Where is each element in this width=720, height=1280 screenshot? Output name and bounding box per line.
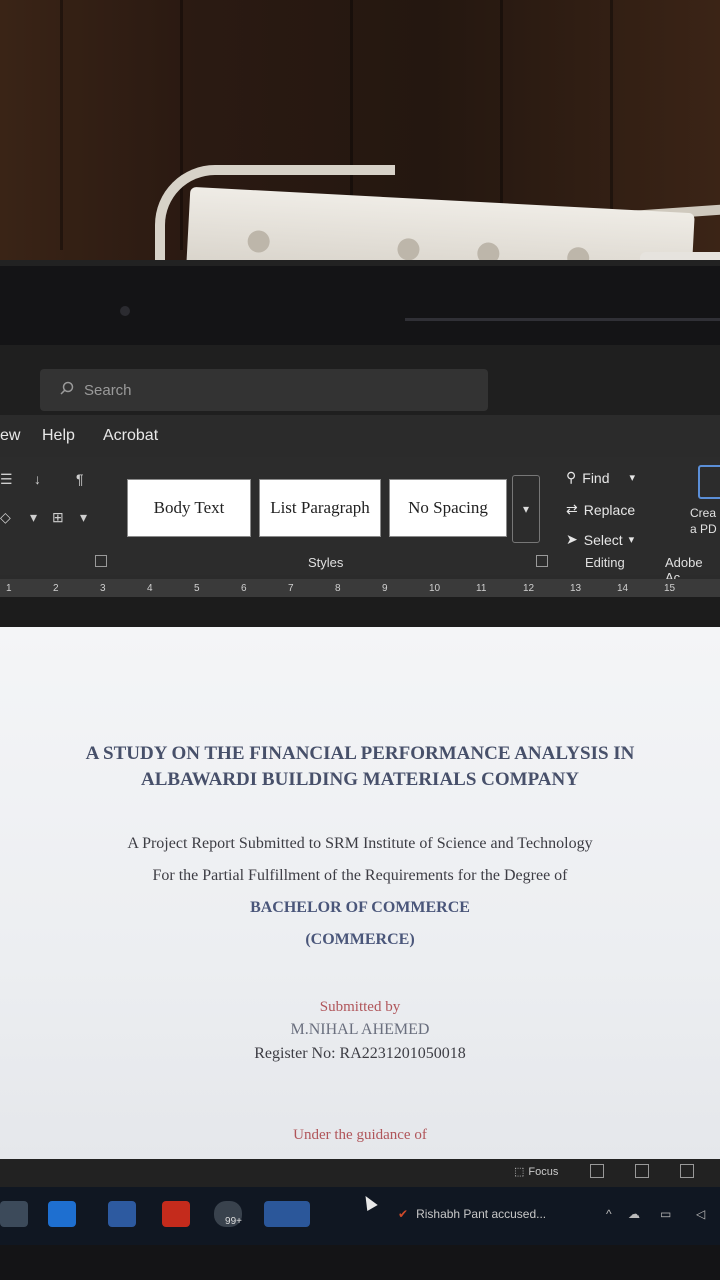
chevron-down-icon: ▾ <box>629 472 636 484</box>
ruler-tick: 12 <box>523 582 535 594</box>
status-bar: ⬚ Focus <box>0 1159 720 1187</box>
chevron-down-icon: ▾ <box>628 534 635 546</box>
tab-help[interactable]: Help <box>42 427 75 445</box>
volume-icon[interactable]: ◁ <box>696 1207 705 1221</box>
focus-button[interactable]: ⬚ Focus <box>514 1165 559 1179</box>
webcam <box>120 306 130 316</box>
ruler-tick: 1 <box>6 582 12 594</box>
chevron-down-icon[interactable]: ▾ <box>80 509 87 526</box>
styles-group-label: Styles <box>308 555 344 570</box>
ruler-tick: 14 <box>617 582 629 594</box>
ruler-tick: 3 <box>100 582 106 594</box>
document-subtitle-line: A Project Report Submitted to SRM Instit… <box>127 835 593 852</box>
document-subtitle-line: For the Partial Fulfillment of the Requi… <box>152 867 568 884</box>
ruler-tick: 8 <box>335 582 341 594</box>
title-bar: Search <box>0 345 720 415</box>
search-placeholder: Search <box>84 381 132 399</box>
edge-icon[interactable] <box>48 1201 76 1227</box>
socket <box>396 237 421 261</box>
laptop-screen: Search ew Help Acrobat ☰ ↓ ¶ ◇ ▾ ⊞ ▾ Bod… <box>0 345 720 1245</box>
focus-label: Focus <box>528 1165 559 1178</box>
chevron-up-icon[interactable]: ^ <box>606 1207 612 1221</box>
news-icon: ✔ <box>398 1207 409 1221</box>
replace-icon: ⇄ <box>566 501 578 517</box>
read-mode-icon[interactable] <box>590 1164 604 1178</box>
battery-icon[interactable]: ▭ <box>660 1207 671 1221</box>
pilcrow-icon[interactable]: ¶ <box>76 471 84 487</box>
store-icon[interactable] <box>108 1201 136 1227</box>
student-name: M.NIHAL AHEMED <box>290 1021 430 1038</box>
search-icon <box>60 381 74 399</box>
select-arrow-icon: ➤ <box>566 531 578 547</box>
submitted-by-label: Submitted by <box>319 999 401 1015</box>
register-number: Register No: RA2231201050018 <box>254 1045 466 1062</box>
tab-acrobat[interactable]: Acrobat <box>103 427 158 445</box>
pdf-icon[interactable] <box>698 465 720 499</box>
news-headline: Rishabh Pant accused... <box>416 1207 547 1221</box>
replace-button[interactable]: ⇄ Replace <box>566 501 635 518</box>
paragraph-launcher-icon[interactable] <box>95 555 107 567</box>
document-page[interactable]: A STUDY ON THE FINANCIAL PERFORMANCE ANA… <box>0 627 720 1187</box>
guidance-label: Under the guidance of <box>293 1127 427 1143</box>
document-title-line: ALBAWARDI BUILDING MATERIALS COMPANY <box>141 769 579 790</box>
borders-icon[interactable]: ⊞ <box>52 509 64 526</box>
sort-icon[interactable]: ↓ <box>34 471 41 487</box>
ruler-tick: 15 <box>664 582 676 594</box>
select-label: Select <box>583 531 623 548</box>
style-body-text[interactable]: Body Text <box>127 479 251 537</box>
web-layout-icon[interactable] <box>680 1164 694 1178</box>
select-button[interactable]: ➤ Select ▾ <box>566 531 634 548</box>
ruler-tick: 6 <box>241 582 247 594</box>
tab-view[interactable]: ew <box>0 427 20 445</box>
taskbar-app-icon[interactable] <box>0 1201 28 1227</box>
wood-plank <box>60 0 63 250</box>
create-pdf-label: a PD <box>690 522 717 536</box>
mouse-cursor-icon <box>360 1192 378 1212</box>
find-label: Find <box>582 469 610 486</box>
acrobat-icon[interactable] <box>162 1201 190 1227</box>
taskbar: 99+ ✔ Rishabh Pant accused... ^ ☁ ▭ ◁ <box>0 1187 720 1245</box>
search-input[interactable]: Search <box>40 369 488 411</box>
ruler[interactable]: 1 2 3 4 5 6 7 8 9 10 11 12 13 14 15 <box>0 579 720 597</box>
bezel-edge <box>405 318 720 321</box>
background-room <box>0 0 720 290</box>
word-icon[interactable] <box>264 1201 310 1227</box>
align-justify-icon[interactable]: ☰ <box>0 471 13 488</box>
print-layout-icon[interactable] <box>635 1164 649 1178</box>
ruler-tick: 4 <box>147 582 153 594</box>
style-no-spacing[interactable]: No Spacing <box>389 479 507 537</box>
document-canvas <box>0 597 720 629</box>
news-widget[interactable]: ✔ Rishabh Pant accused... <box>398 1207 546 1221</box>
find-button[interactable]: ⚲ Find ▾ <box>566 469 635 486</box>
ruler-tick: 13 <box>570 582 582 594</box>
style-list-paragraph[interactable]: List Paragraph <box>259 479 381 537</box>
create-pdf-button[interactable]: Crea a PD <box>690 505 717 537</box>
ruler-tick: 7 <box>288 582 294 594</box>
onedrive-icon[interactable]: ☁ <box>628 1207 640 1221</box>
notification-badge: 99+ <box>225 1216 242 1227</box>
editing-group-label: Editing <box>585 555 625 570</box>
document-title-line: A STUDY ON THE FINANCIAL PERFORMANCE ANA… <box>85 743 635 764</box>
whatsapp-icon[interactable]: 99+ <box>214 1201 242 1227</box>
ruler-tick: 11 <box>476 582 487 594</box>
styles-more-button[interactable]: ▾ <box>512 475 540 543</box>
ruler-tick: 2 <box>53 582 59 594</box>
socket <box>247 229 271 254</box>
styles-launcher-icon[interactable] <box>536 555 548 567</box>
shading-icon[interactable]: ◇ <box>0 509 11 526</box>
document-degree: BACHELOR OF COMMERCE <box>250 899 470 916</box>
focus-icon: ⬚ <box>514 1166 525 1178</box>
replace-label: Replace <box>583 501 636 518</box>
chevron-down-icon[interactable]: ▾ <box>30 509 37 526</box>
ruler-tick: 10 <box>429 582 441 594</box>
document-degree-sub: (COMMERCE) <box>305 931 415 948</box>
ruler-tick: 9 <box>382 582 388 594</box>
ruler-tick: 5 <box>194 582 200 594</box>
ribbon-tabs: ew Help Acrobat <box>0 423 720 449</box>
ribbon: ☰ ↓ ¶ ◇ ▾ ⊞ ▾ Body Text List Paragraph N… <box>0 457 720 585</box>
find-icon: ⚲ <box>566 469 577 485</box>
create-pdf-label: Crea <box>690 506 717 520</box>
